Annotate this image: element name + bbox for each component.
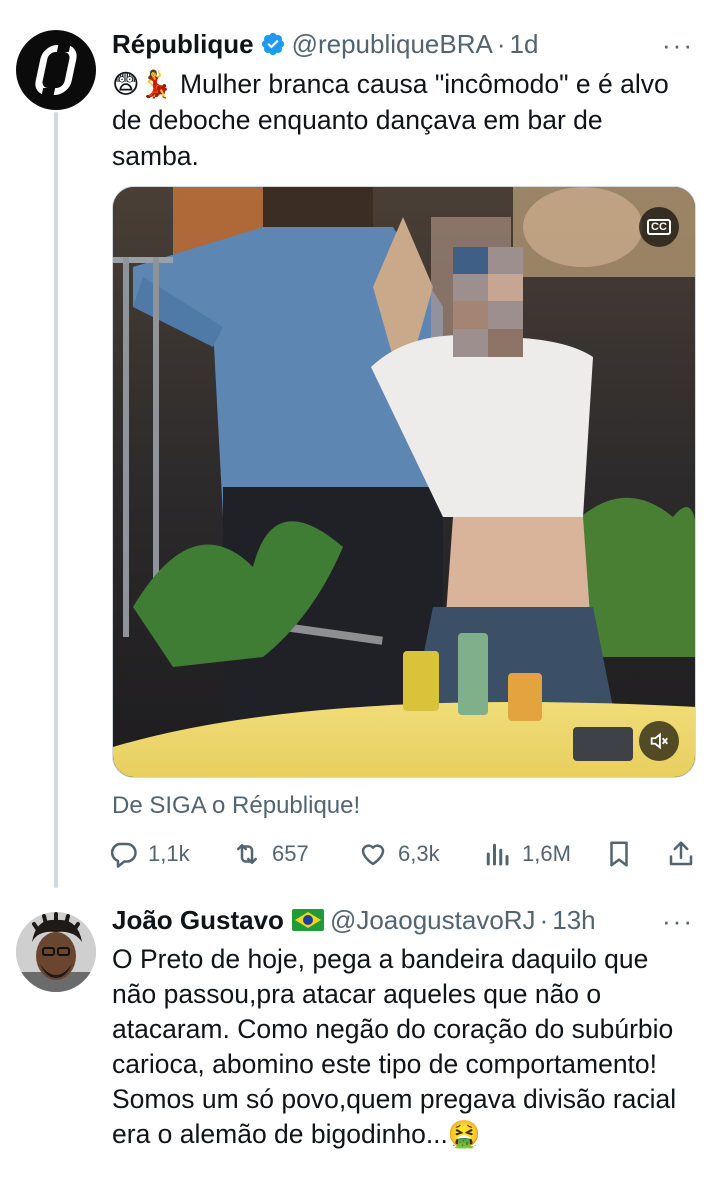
more-options-button[interactable]: ··· — [662, 906, 694, 937]
tweet-header: République @republiqueBRA · 1d — [112, 28, 538, 60]
avatar-image — [16, 912, 96, 992]
verified-icon — [261, 32, 284, 56]
republique-logo-icon — [32, 44, 80, 96]
tweet-actions: 1,1k 657 6,3k 1,6M — [108, 834, 698, 874]
views-button[interactable]: 1,6M — [482, 834, 571, 874]
author-handle[interactable]: @JoaogustavoRJ — [330, 904, 536, 936]
timestamp[interactable]: 1d — [510, 28, 539, 60]
share-button[interactable] — [666, 834, 696, 874]
views-icon — [486, 843, 509, 866]
repost-icon — [237, 844, 257, 864]
bookmark-button[interactable] — [604, 834, 634, 874]
author-name[interactable]: République — [112, 28, 254, 60]
avatar[interactable] — [16, 30, 96, 110]
video-frame — [113, 187, 695, 777]
tweet-text: 😨💃 Mulher branca causa "incômodo" e é al… — [112, 69, 677, 171]
reply-icon — [110, 842, 137, 868]
brazil-flag-icon — [291, 909, 324, 931]
tweet-text: O Preto de hoje, pega a bandeira daquilo… — [112, 944, 677, 1149]
share-icon — [669, 841, 693, 866]
timestamp[interactable]: 13h — [552, 904, 595, 936]
cc-icon: CC — [647, 219, 671, 235]
mute-icon — [650, 732, 668, 750]
like-icon — [361, 844, 385, 866]
views-count: 1,6M — [522, 841, 571, 866]
tweet-header: João Gustavo @JoaogustavoRJ · 13h — [112, 904, 596, 936]
avatar[interactable] — [16, 912, 96, 992]
like-button[interactable]: 6,3k — [358, 834, 440, 874]
video-player[interactable]: CC — [112, 186, 696, 778]
cc-button[interactable]: CC — [639, 207, 679, 247]
separator-dot: · — [496, 29, 506, 59]
reply-button[interactable]: 1,1k — [108, 834, 190, 874]
repost-count: 657 — [272, 841, 309, 866]
repost-button[interactable]: 657 — [232, 834, 309, 874]
like-count: 6,3k — [398, 841, 440, 866]
reply-count: 1,1k — [148, 841, 190, 866]
bookmark-icon — [610, 841, 628, 867]
separator-dot: · — [539, 905, 549, 935]
author-handle[interactable]: @republiqueBRA — [292, 28, 493, 60]
more-options-button[interactable]: ··· — [662, 30, 694, 61]
author-name[interactable]: João Gustavo — [112, 904, 284, 936]
mute-button[interactable] — [639, 721, 679, 761]
promo-text: De SIGA o République! — [112, 792, 361, 819]
tweet-republique[interactable]: République @republiqueBRA · 1d ··· 😨💃 Mu… — [0, 0, 712, 900]
